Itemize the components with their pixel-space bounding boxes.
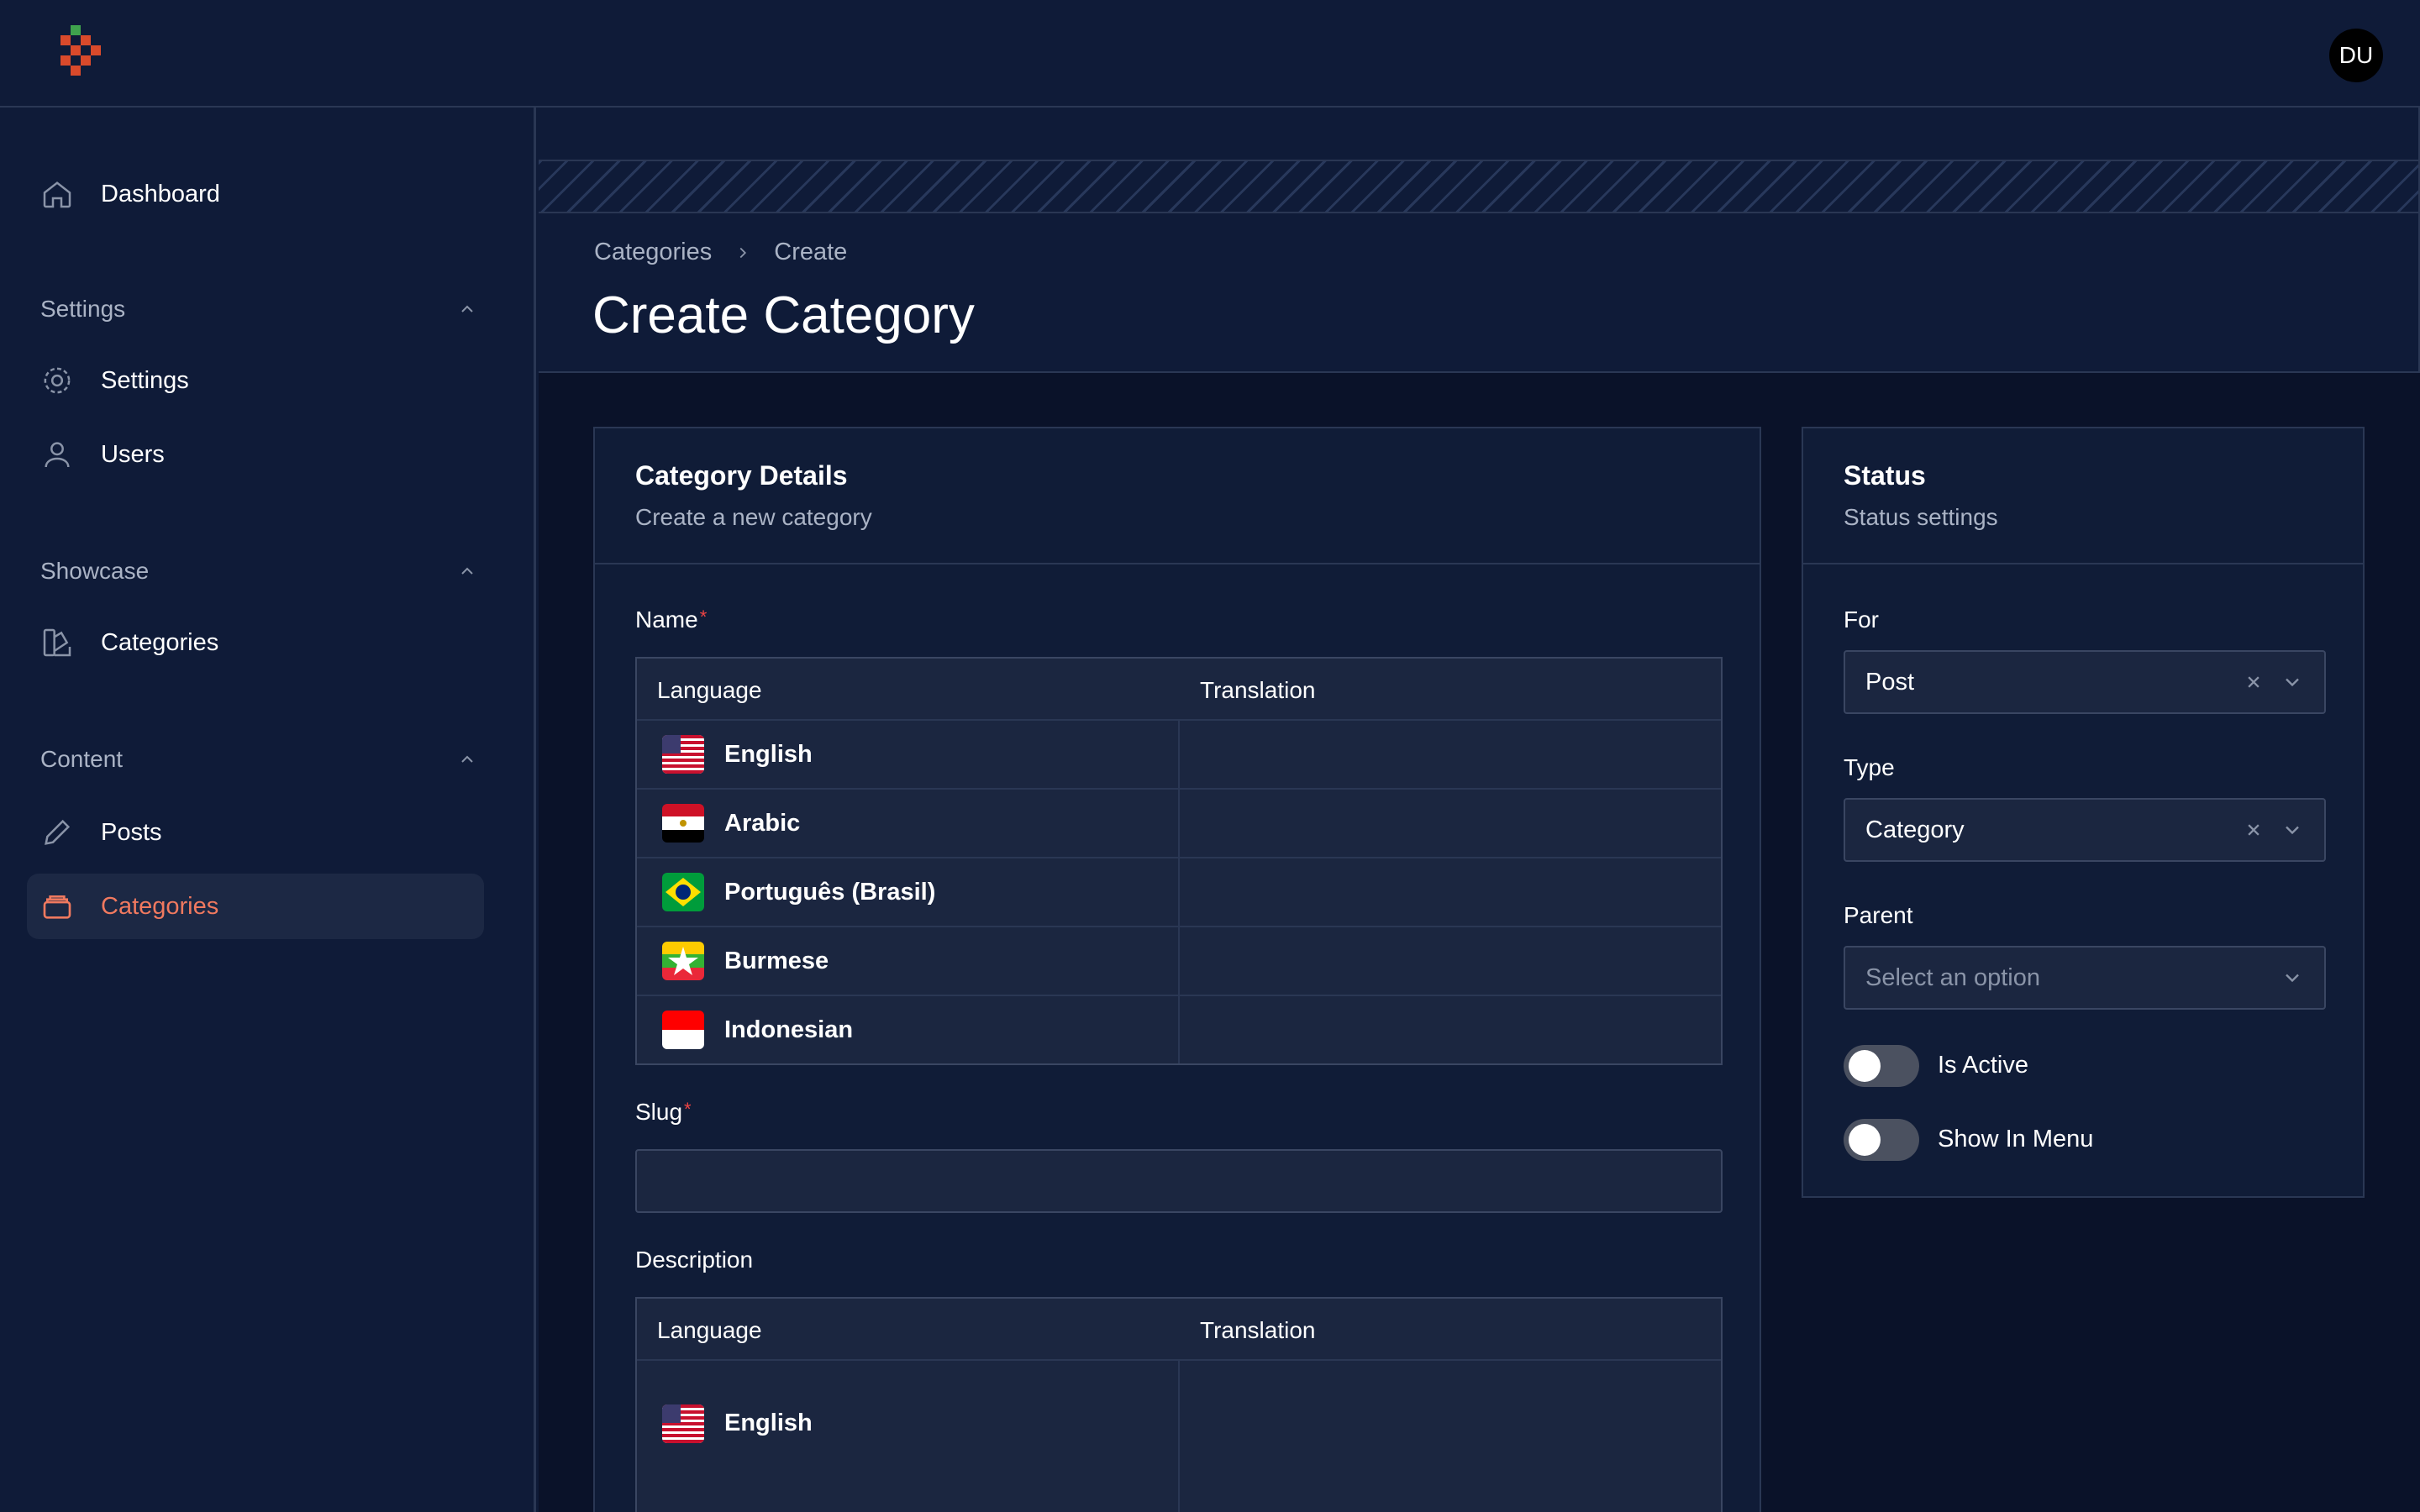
- sidebar-group-label: Showcase: [40, 558, 150, 584]
- home-icon: [43, 181, 71, 208]
- language-name: Português (Brasil): [724, 879, 936, 906]
- show-in-menu-toggle[interactable]: [1844, 1119, 1919, 1161]
- breadcrumb-current: Create: [774, 239, 848, 265]
- column-header-translation: Translation: [1200, 677, 1316, 703]
- card-title: Status: [1844, 460, 1926, 491]
- name-translations-table: Language Translation English Arabic Port…: [635, 657, 1723, 1065]
- sidebar-group-label: Settings: [40, 296, 126, 322]
- table-row[interactable]: English: [637, 1361, 1721, 1488]
- slug-label: Slug*: [635, 1099, 692, 1125]
- sidebar: Dashboard Settings Settings Users Showca…: [0, 108, 536, 1512]
- user-avatar[interactable]: DU: [2329, 29, 2383, 82]
- brazil-flag-icon: [662, 873, 704, 911]
- language-name: English: [724, 741, 813, 768]
- show-in-menu-label: Show In Menu: [1938, 1126, 2094, 1152]
- user-icon: [45, 442, 70, 468]
- sidebar-item-label: Posts: [101, 818, 162, 846]
- chevron-up-icon: [461, 305, 473, 312]
- parent-select[interactable]: Select an option: [1844, 946, 2326, 1010]
- sidebar-item-label: Dashboard: [101, 180, 220, 207]
- sidebar-item-settings[interactable]: Settings: [27, 348, 484, 413]
- app-logo-icon[interactable]: [55, 25, 106, 84]
- page-title: Create Category: [592, 286, 975, 344]
- language-name: Burmese: [724, 948, 829, 974]
- folder-stack-icon: [43, 895, 71, 919]
- sidebar-item-label: Settings: [101, 366, 189, 394]
- breadcrumb: Categories Create: [594, 239, 847, 266]
- us-flag-icon: [662, 1404, 704, 1443]
- card-header: Status Status settings: [1803, 428, 2363, 564]
- category-details-card: Category Details Create a new category N…: [593, 427, 1761, 1512]
- top-bar: DU: [0, 0, 2420, 108]
- sidebar-item-showcase-categories[interactable]: Categories: [27, 610, 484, 675]
- sidebar-item-posts[interactable]: Posts: [27, 800, 484, 865]
- chevron-up-icon: [461, 567, 473, 575]
- column-header-translation: Translation: [1200, 1317, 1316, 1343]
- page-header: Categories Create Create Category: [539, 213, 2420, 373]
- egypt-flag-icon: [662, 804, 704, 843]
- description-label: Description: [635, 1247, 754, 1273]
- card-subtitle: Status settings: [1844, 504, 1998, 530]
- table-row[interactable]: Burmese: [637, 927, 1721, 996]
- striped-banner: [539, 161, 2420, 213]
- sidebar-item-label: Categories: [101, 892, 219, 920]
- close-icon[interactable]: [2242, 670, 2265, 694]
- description-translations-table: Language Translation English: [635, 1297, 1723, 1512]
- table-header: Language Translation: [637, 1299, 1721, 1361]
- indonesia-flag-icon: [662, 1011, 704, 1049]
- for-select[interactable]: Post: [1844, 650, 2326, 714]
- gear-icon: [44, 367, 71, 394]
- card-title: Category Details: [635, 460, 848, 491]
- sidebar-group-settings[interactable]: Settings: [40, 292, 477, 326]
- required-mark: *: [699, 606, 708, 627]
- required-mark: *: [684, 1099, 692, 1120]
- table-row[interactable]: Português (Brasil): [637, 858, 1721, 927]
- chevron-down-icon: [2286, 678, 2299, 687]
- top-banner: [539, 108, 2420, 161]
- sidebar-item-label: Categories: [101, 628, 219, 656]
- chevron-down-icon: [2286, 826, 2299, 835]
- chevron-right-icon: [739, 247, 747, 258]
- column-header-language: Language: [657, 1317, 762, 1343]
- type-select-value: Category: [1865, 816, 1965, 843]
- parent-select-placeholder: Select an option: [1865, 963, 2040, 991]
- sidebar-group-showcase[interactable]: Showcase: [40, 554, 477, 588]
- swatch-icon: [43, 628, 71, 657]
- slug-input[interactable]: [635, 1149, 1723, 1213]
- sidebar-item-dashboard[interactable]: Dashboard: [27, 161, 484, 227]
- chevron-up-icon: [461, 755, 473, 763]
- table-row[interactable]: Arabic: [637, 790, 1721, 858]
- parent-label: Parent: [1844, 902, 1913, 928]
- table-row[interactable]: English: [637, 721, 1721, 790]
- breadcrumb-categories-link[interactable]: Categories: [594, 239, 712, 266]
- us-flag-icon: [662, 735, 704, 774]
- sidebar-item-users[interactable]: Users: [27, 422, 484, 487]
- type-label: Type: [1844, 754, 1895, 780]
- table-row[interactable]: Indonesian: [637, 996, 1721, 1065]
- for-select-value: Post: [1865, 668, 1915, 696]
- chevron-down-icon: [2286, 974, 2299, 983]
- language-name: Indonesian: [724, 1016, 854, 1043]
- close-icon[interactable]: [2242, 818, 2265, 842]
- is-active-label: Is Active: [1938, 1052, 2028, 1079]
- language-name: English: [724, 1410, 813, 1436]
- status-card: Status Status settings For Post Type Cat…: [1802, 427, 2365, 1198]
- sidebar-group-label: Content: [40, 746, 124, 772]
- language-name: Arabic: [724, 810, 801, 837]
- pencil-icon: [45, 819, 71, 845]
- for-label: For: [1844, 606, 1879, 633]
- card-subtitle: Create a new category: [635, 504, 872, 530]
- myanmar-flag-icon: [662, 942, 704, 980]
- sidebar-item-content-categories[interactable]: Categories: [27, 874, 484, 939]
- card-header: Category Details Create a new category: [595, 428, 1760, 564]
- name-label: Name*: [635, 606, 708, 633]
- table-header: Language Translation: [637, 659, 1721, 721]
- type-select[interactable]: Category: [1844, 798, 2326, 862]
- sidebar-group-content[interactable]: Content: [40, 743, 477, 776]
- column-header-language: Language: [657, 677, 762, 703]
- is-active-toggle[interactable]: [1844, 1045, 1919, 1087]
- sidebar-item-label: Users: [101, 440, 165, 468]
- main-content: Categories Create Create Category Catego…: [539, 108, 2420, 1512]
